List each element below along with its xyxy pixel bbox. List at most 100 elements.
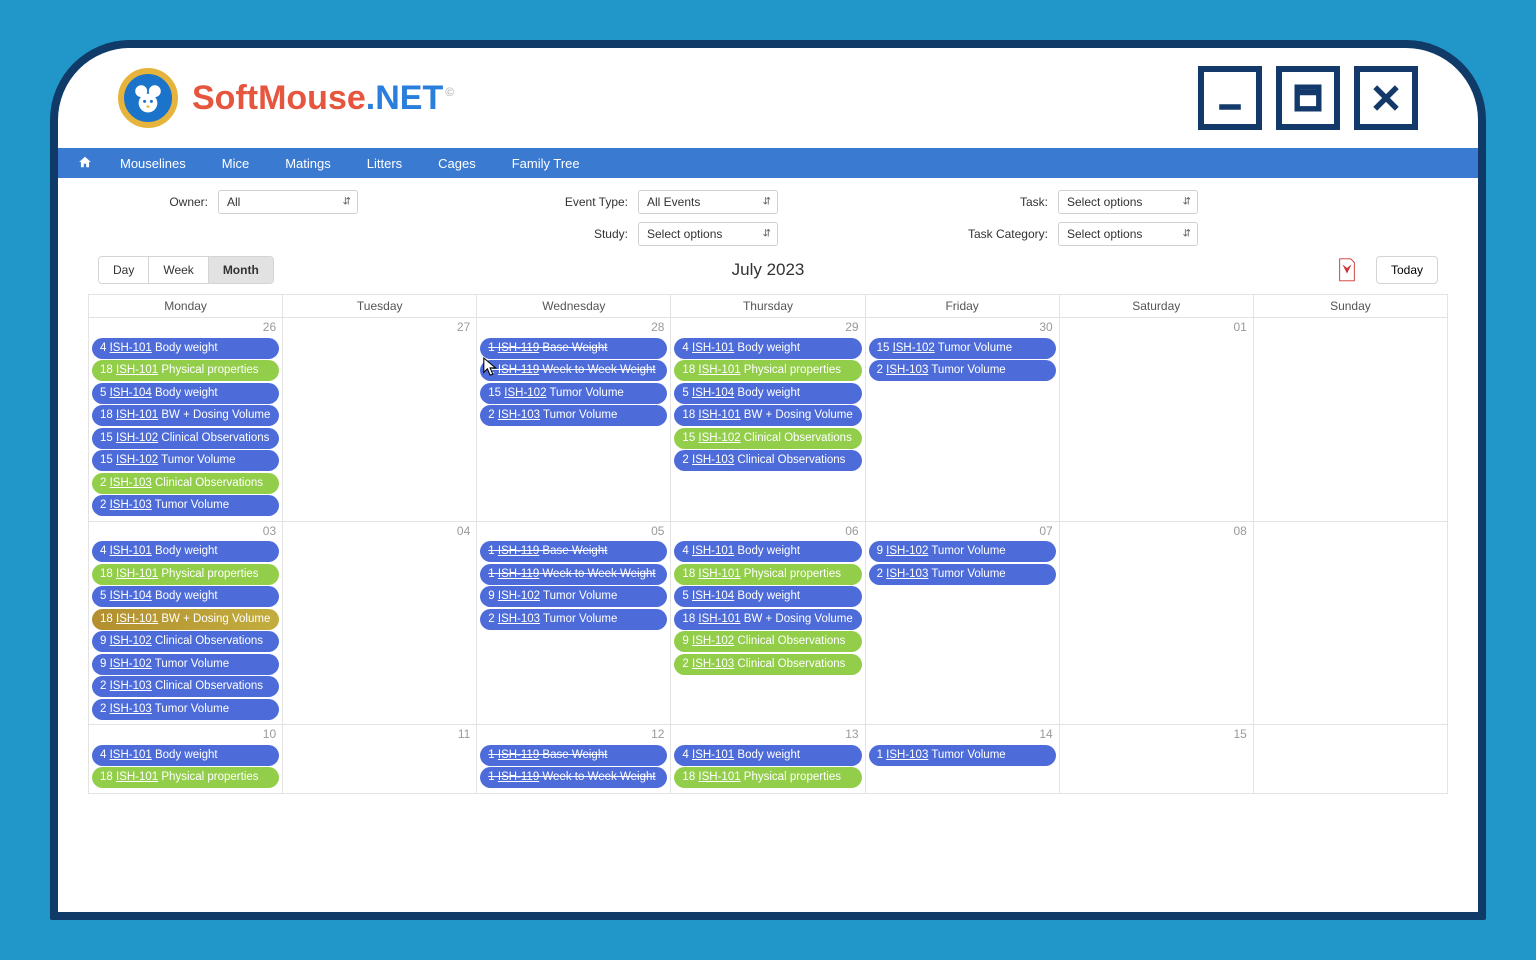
window-controls [1198, 66, 1418, 130]
day-number: 10 [263, 727, 276, 741]
calendar-event[interactable]: 4 ISH-101 Body weight [92, 541, 279, 562]
calendar-event[interactable]: 5 ISH-104 Body weight [674, 383, 861, 404]
calendar-event[interactable]: 2 ISH-103 Clinical Observations [674, 450, 861, 471]
calendar-event[interactable]: 2 ISH-103 Clinical Observations [92, 473, 279, 494]
calendar-day-cell[interactable]: 11 [283, 725, 477, 793]
nav-item-cages[interactable]: Cages [420, 156, 494, 171]
calendar-week-row: 034 ISH-101 Body weight18 ISH-101 Physic… [89, 522, 1448, 726]
calendar-event[interactable]: 18 ISH-101 BW + Dosing Volume [92, 609, 279, 630]
calendar-event[interactable]: 18 ISH-101 Physical properties [92, 767, 279, 788]
calendar-day-cell[interactable] [1254, 318, 1448, 521]
calendar-day-cell[interactable]: 04 [283, 522, 477, 725]
calendar-day-cell[interactable] [1254, 725, 1448, 793]
calendar-day-cell[interactable]: 034 ISH-101 Body weight18 ISH-101 Physic… [89, 522, 283, 725]
calendar-event[interactable]: 18 ISH-101 Physical properties [674, 564, 861, 585]
calendar-day-cell[interactable]: 141 ISH-103 Tumor Volume [866, 725, 1060, 793]
view-week-button[interactable]: Week [148, 257, 207, 283]
calendar-day-cell[interactable]: 12 1 ISH-119 Base Weight1 ISH-119 Week to… [477, 725, 671, 793]
calendar-toolbar: Day Week Month July 2023 Today [58, 250, 1478, 290]
calendar-day-cell[interactable] [1254, 522, 1448, 725]
calendar-day-cell[interactable]: 264 ISH-101 Body weight18 ISH-101 Physic… [89, 318, 283, 521]
day-number: 05 [651, 524, 664, 538]
calendar-event[interactable]: 15 ISH-102 Clinical Observations [674, 428, 861, 449]
calendar-event[interactable]: 1 ISH-119 Week to Week Weight [480, 360, 667, 381]
nav-item-litters[interactable]: Litters [349, 156, 420, 171]
calendar-event[interactable]: 15 ISH-102 Tumor Volume [869, 338, 1056, 359]
calendar-event[interactable]: 9 ISH-102 Tumor Volume [480, 586, 667, 607]
pdf-export-icon[interactable] [1336, 257, 1358, 283]
task-category-select[interactable]: Select options [1058, 222, 1198, 246]
calendar-event[interactable]: 1 ISH-119 Base Weight [480, 541, 667, 562]
calendar-day-cell[interactable]: 01 [1060, 318, 1254, 521]
nav-item-mouselines[interactable]: Mouselines [102, 156, 204, 171]
calendar-grid: MondayTuesdayWednesdayThursdayFridaySatu… [88, 294, 1448, 794]
calendar-event[interactable]: 4 ISH-101 Body weight [674, 541, 861, 562]
calendar-event[interactable]: 2 ISH-103 Tumor Volume [92, 495, 279, 516]
calendar-day-cell[interactable]: 15 [1060, 725, 1254, 793]
today-button[interactable]: Today [1376, 256, 1438, 284]
task-select[interactable]: Select options [1058, 190, 1198, 214]
calendar-event[interactable]: 18 ISH-101 Physical properties [674, 767, 861, 788]
calendar-event[interactable]: 4 ISH-101 Body weight [674, 338, 861, 359]
event-type-select[interactable]: All Events [638, 190, 778, 214]
calendar-event[interactable]: 1 ISH-119 Base Weight [480, 745, 667, 766]
view-month-button[interactable]: Month [208, 257, 273, 283]
main-nav: MouselinesMiceMatingsLittersCagesFamily … [58, 148, 1478, 178]
nav-item-matings[interactable]: Matings [267, 156, 349, 171]
nav-item-mice[interactable]: Mice [204, 156, 267, 171]
calendar-event[interactable]: 1 ISH-119 Week to Week Weight [480, 564, 667, 585]
calendar-event[interactable]: 15 ISH-102 Clinical Observations [92, 428, 279, 449]
calendar-event[interactable]: 2 ISH-103 Clinical Observations [92, 676, 279, 697]
study-select[interactable]: Select options [638, 222, 778, 246]
calendar-title: July 2023 [732, 260, 805, 280]
maximize-button[interactable] [1276, 66, 1340, 130]
calendar-event[interactable]: 1 ISH-103 Tumor Volume [869, 745, 1056, 766]
calendar-event[interactable]: 5 ISH-104 Body weight [92, 383, 279, 404]
day-number: 12 [651, 727, 664, 741]
calendar-event[interactable]: 9 ISH-102 Clinical Observations [674, 631, 861, 652]
calendar-event[interactable]: 2 ISH-103 Tumor Volume [480, 609, 667, 630]
calendar-event[interactable]: 18 ISH-101 Physical properties [92, 564, 279, 585]
calendar-event[interactable]: 4 ISH-101 Body weight [674, 745, 861, 766]
calendar-event[interactable]: 1 ISH-119 Base Weight [480, 338, 667, 359]
owner-select[interactable]: All [218, 190, 358, 214]
calendar-day-cell[interactable]: 294 ISH-101 Body weight18 ISH-101 Physic… [671, 318, 865, 521]
calendar-day-cell[interactable]: 134 ISH-101 Body weight18 ISH-101 Physic… [671, 725, 865, 793]
day-header: Tuesday [283, 295, 477, 317]
calendar-day-cell[interactable]: 05 1 ISH-119 Base Weight1 ISH-119 Week to… [477, 522, 671, 725]
calendar-event[interactable]: 2 ISH-103 Tumor Volume [869, 564, 1056, 585]
calendar-day-cell[interactable]: 064 ISH-101 Body weight18 ISH-101 Physic… [671, 522, 865, 725]
calendar-event[interactable]: 18 ISH-101 BW + Dosing Volume [674, 609, 861, 630]
calendar-event[interactable]: 2 ISH-103 Clinical Observations [674, 654, 861, 675]
day-number: 07 [1039, 524, 1052, 538]
calendar-event[interactable]: 18 ISH-101 Physical properties [92, 360, 279, 381]
calendar-day-cell[interactable]: 07 9 ISH-102 Tumor Volume2 ISH-103 Tumor … [866, 522, 1060, 725]
home-icon[interactable] [68, 155, 102, 172]
calendar-event[interactable]: 15 ISH-102 Tumor Volume [480, 383, 667, 404]
calendar-day-cell[interactable]: 281 ISH-119 Base Weight1 ISH-119 Week to… [477, 318, 671, 521]
calendar-event[interactable]: 9 ISH-102 Tumor Volume [92, 654, 279, 675]
minimize-button[interactable] [1198, 66, 1262, 130]
view-toggle: Day Week Month [98, 256, 274, 284]
calendar-event[interactable]: 2 ISH-103 Tumor Volume [480, 405, 667, 426]
calendar-event[interactable]: 9 ISH-102 Clinical Observations [92, 631, 279, 652]
calendar-event[interactable]: 5 ISH-104 Body weight [674, 586, 861, 607]
calendar-event[interactable]: 4 ISH-101 Body weight [92, 338, 279, 359]
calendar-event[interactable]: 5 ISH-104 Body weight [92, 586, 279, 607]
calendar-event[interactable]: 18 ISH-101 BW + Dosing Volume [92, 405, 279, 426]
calendar-event[interactable]: 9 ISH-102 Tumor Volume [869, 541, 1056, 562]
calendar-event[interactable]: 4 ISH-101 Body weight [92, 745, 279, 766]
calendar-day-cell[interactable]: 08 [1060, 522, 1254, 725]
calendar-event[interactable]: 2 ISH-103 Tumor Volume [92, 699, 279, 720]
view-day-button[interactable]: Day [99, 257, 148, 283]
calendar-event[interactable]: 18 ISH-101 BW + Dosing Volume [674, 405, 861, 426]
calendar-event[interactable]: 15 ISH-102 Tumor Volume [92, 450, 279, 471]
calendar-event[interactable]: 2 ISH-103 Tumor Volume [869, 360, 1056, 381]
calendar-event[interactable]: 1 ISH-119 Week to Week Weight [480, 767, 667, 788]
calendar-day-cell[interactable]: 10 4 ISH-101 Body weight18 ISH-101 Physic… [89, 725, 283, 793]
calendar-day-cell[interactable]: 27 [283, 318, 477, 521]
close-button[interactable] [1354, 66, 1418, 130]
calendar-day-cell[interactable]: 3015 ISH-102 Tumor Volume2 ISH-103 Tumor… [866, 318, 1060, 521]
calendar-event[interactable]: 18 ISH-101 Physical properties [674, 360, 861, 381]
nav-item-family-tree[interactable]: Family Tree [494, 156, 598, 171]
